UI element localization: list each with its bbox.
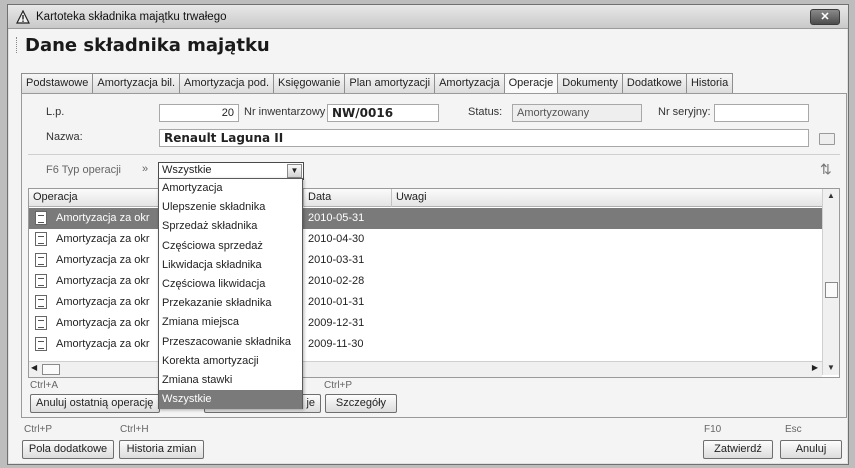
typ-operacji-dropdown[interactable]: Amortyzacja Ulepszenie składnika Sprzeda… [158,178,303,410]
page-title-text: Dane składnika majątku [25,35,270,56]
scroll-thumb-horizontal[interactable] [42,364,60,375]
status-label: Status: [468,106,503,118]
lp-field[interactable]: 20 [159,104,239,122]
expand-arrow-icon[interactable]: » [142,163,148,175]
dropdown-option-przeszacowanie[interactable]: Przeszacowanie składnika [159,333,302,352]
scroll-down-icon[interactable]: ▼ [823,361,839,375]
shortcut-f10: F10 [704,424,722,435]
table-row[interactable]: Amortyzacja za okr 2010-04-30 [29,229,822,250]
tab-operacje[interactable]: Operacje [503,73,559,94]
tab-dodatkowe[interactable]: Dodatkowe [621,73,687,93]
anuluj-button[interactable]: Anuluj [780,440,842,459]
dropdown-option-amortyzacja[interactable]: Amortyzacja [159,179,302,198]
table-row[interactable]: Amortyzacja za okr 2009-12-31 [29,313,822,334]
tab-historia[interactable]: Historia [685,73,734,93]
title-bar[interactable]: Kartoteka składnika majątku trwałego ✕ [8,5,848,29]
operacje-panel: L.p. 20 Nr inwentarzowy NW/0016 Status: … [21,93,847,418]
document-icon [35,316,47,330]
document-icon [35,274,47,288]
tab-bar: Podstawowe Amortyzacja bil. Amortyzacja … [21,73,734,94]
tab-amortyzacja-pod[interactable]: Amortyzacja pod. [179,73,274,93]
dropdown-option-korekta[interactable]: Korekta amortyzacji [159,352,302,371]
horizontal-scrollbar[interactable]: ◀ ▶ [29,361,822,377]
close-button[interactable]: ✕ [810,9,840,25]
chevron-down-icon[interactable]: ▼ [287,164,302,178]
table-row[interactable]: Amortyzacja za okr 2010-01-31 [29,292,822,313]
table-row[interactable]: Amortyzacja za okr 2010-02-28 [29,271,822,292]
scroll-up-icon[interactable]: ▲ [823,189,839,203]
zatwierdz-button[interactable]: Zatwierdź [703,440,773,459]
document-icon [35,232,47,246]
table-row[interactable]: Amortyzacja za okr 2010-03-31 [29,250,822,271]
warning-icon [16,10,30,24]
typ-operacji-value: Wszystkie [162,164,212,176]
nr-seryjny-label: Nr seryjny: [658,106,711,118]
nr-seryjny-field[interactable] [714,104,809,122]
dropdown-option-zmiana-stawki[interactable]: Zmiana stawki [159,371,302,390]
document-icon [35,337,47,351]
dropdown-option-wszystkie[interactable]: Wszystkie [159,390,302,410]
grip-icon [16,37,19,53]
typ-operacji-label: F6 Typ operacji [46,164,122,176]
document-icon [35,253,47,267]
table-row[interactable]: Amortyzacja za okr 2009-11-30 [29,334,822,355]
table-row[interactable]: Amortyzacja za okr 2010-05-31 [29,208,822,229]
dropdown-option-likwidacja[interactable]: Likwidacja składnika [159,256,302,275]
data-cell: 2010-04-30 [308,233,365,245]
scroll-left-icon[interactable]: ◀ [31,363,37,372]
operations-table: Operacja Data Uwagi Amortyzacja za okr 2… [28,188,840,378]
shortcut-esc: Esc [785,424,802,435]
tab-dokumenty[interactable]: Dokumenty [557,73,623,93]
shortcut-ctrl-p: Ctrl+P [24,424,53,435]
data-cell: 2010-02-28 [308,275,365,287]
pola-dodatkowe-button[interactable]: Pola dodatkowe [22,440,114,459]
data-cell: 2010-01-31 [308,296,365,308]
column-header-uwagi[interactable]: Uwagi [392,189,822,207]
refresh-icon[interactable]: ⇅ [820,161,832,178]
dropdown-option-sprzedaz[interactable]: Sprzedaż składnika [159,217,302,236]
data-cell: 2010-05-31 [308,212,365,224]
lp-label: L.p. [46,106,65,118]
dropdown-option-czesciowa-sprzedaz[interactable]: Częściowa sprzedaż [159,237,302,256]
szczegoly-button[interactable]: Szczegóły [325,394,397,413]
shortcut-ctrl-a: Ctrl+A [30,380,59,391]
document-icon [35,295,47,309]
separator [28,154,840,155]
shortcut-ctrl-h: Ctrl+H [120,424,149,435]
dropdown-option-zmiana-miejsca[interactable]: Zmiana miejsca [159,313,302,332]
dropdown-option-czesciowa-likwidacja[interactable]: Częściowa likwidacja [159,275,302,294]
data-cell: 2010-03-31 [308,254,365,266]
tab-podstawowe[interactable]: Podstawowe [21,73,94,93]
data-cell: 2009-12-31 [308,317,365,329]
tab-amortyzacja[interactable]: Amortyzacja [434,73,505,93]
tab-ksiegowanie[interactable]: Księgowanie [273,73,346,93]
shortcut-ctrl-p-szczegoly: Ctrl+P [324,380,353,391]
document-icon [35,211,47,225]
vertical-scrollbar[interactable]: ▲ ▼ [822,189,839,375]
nazwa-label: Nazwa: [46,131,83,143]
scroll-thumb[interactable] [825,282,838,298]
data-cell: 2009-11-30 [308,338,364,350]
scroll-right-icon[interactable]: ▶ [812,363,818,372]
window-title: Kartoteka składnika majątku trwałego [36,11,227,23]
nr-inwentarzowy-label: Nr inwentarzowy [244,106,326,118]
table-header: Operacja Data Uwagi [29,189,822,207]
page-title: Dane składnika majątku [16,35,270,57]
nr-inwentarzowy-field[interactable]: NW/0016 [327,104,439,122]
status-field: Amortyzowany [512,104,642,122]
folder-icon[interactable] [819,133,835,145]
historia-zmian-button[interactable]: Historia zmian [119,440,204,459]
anuluj-ostatnia-operacje-button[interactable]: Anuluj ostatnią operację [30,394,160,413]
nazwa-field[interactable]: Renault Laguna II [159,129,809,147]
dropdown-option-ulepszenie[interactable]: Ulepszenie składnika [159,198,302,217]
tab-plan-amortyzacji[interactable]: Plan amortyzacji [344,73,436,93]
dropdown-option-przekazanie[interactable]: Przekazanie składnika [159,294,302,313]
tab-amortyzacja-bil[interactable]: Amortyzacja bil. [92,73,181,93]
column-header-data[interactable]: Data [304,189,392,207]
